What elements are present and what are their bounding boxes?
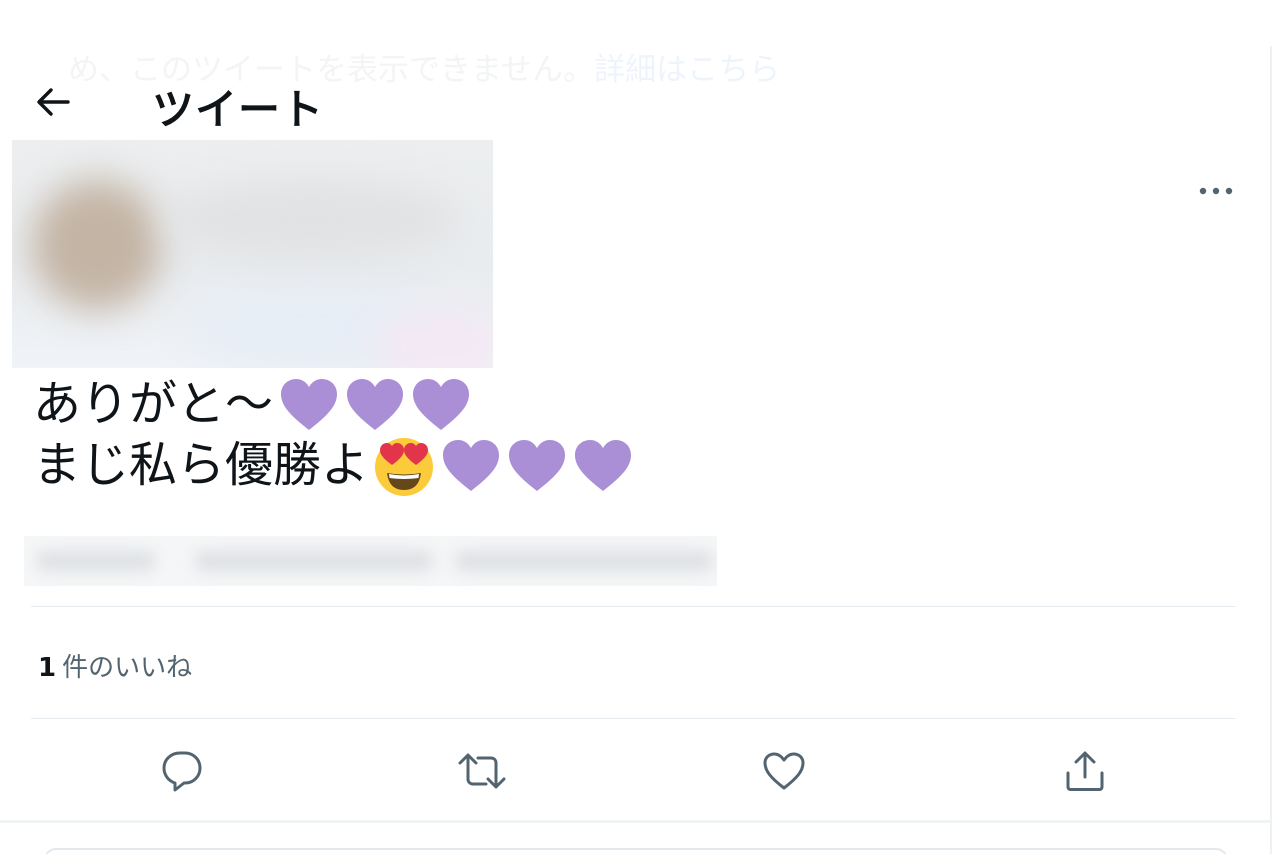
divider xyxy=(31,718,1236,719)
heart-eyes-emoji-icon xyxy=(375,437,434,496)
purple-heart-icon xyxy=(509,439,566,491)
tweet-line-2: まじ私ら優勝よ xyxy=(33,435,633,496)
author-info-redacted xyxy=(12,140,493,368)
retweet-button[interactable] xyxy=(457,746,507,796)
reply-button[interactable] xyxy=(157,746,207,796)
tweet-timestamp-redacted xyxy=(24,536,717,586)
more-dots-icon xyxy=(1199,187,1233,195)
purple-heart-icon xyxy=(443,439,500,491)
like-button[interactable] xyxy=(759,746,809,796)
page-header: ツイート xyxy=(0,72,1270,134)
likes-count: 1 xyxy=(38,653,57,683)
like-icon xyxy=(763,752,805,790)
back-button[interactable] xyxy=(30,82,76,122)
share-icon xyxy=(1066,751,1104,791)
likes-label: 件のいいね xyxy=(62,653,193,683)
reply-compose-box[interactable] xyxy=(44,848,1228,854)
purple-heart-icon xyxy=(281,378,338,430)
purple-heart-icon xyxy=(347,378,404,430)
section-separator xyxy=(0,820,1270,823)
retweet-icon xyxy=(458,753,506,789)
purple-heart-icon xyxy=(413,378,470,430)
tweet-line-2-text: まじ私ら優勝よ xyxy=(33,437,370,493)
arrow-left-icon xyxy=(37,88,70,116)
tweet-detail-page: め、このツイートを表示できません。詳細はこちら ツイート ありがと〜 まじ私ら優… xyxy=(0,0,1280,854)
tweet-text: ありがと〜 まじ私ら優勝よ xyxy=(33,374,633,496)
tweet-line-1-text: ありがと〜 xyxy=(33,376,274,432)
likes-count-link[interactable]: 1 件のいいね xyxy=(38,647,192,684)
purple-heart-icon xyxy=(575,439,632,491)
reply-icon xyxy=(162,751,202,792)
column-border xyxy=(1270,46,1272,854)
divider xyxy=(31,606,1236,607)
page-title: ツイート xyxy=(152,85,325,134)
share-button[interactable] xyxy=(1060,746,1110,796)
tweet-line-1: ありがと〜 xyxy=(33,374,633,435)
more-options-button[interactable] xyxy=(1196,176,1236,206)
